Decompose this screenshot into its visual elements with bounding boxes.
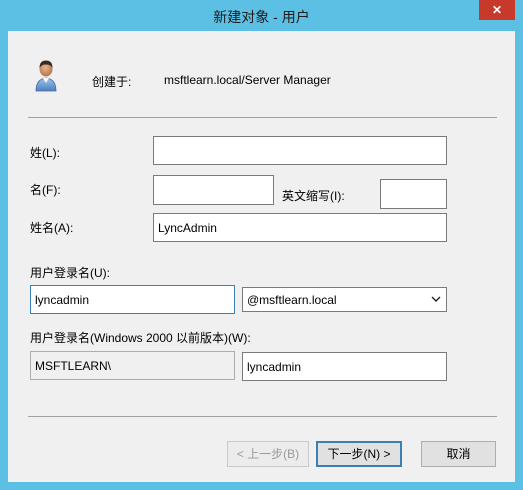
logon-name-field[interactable]	[30, 285, 235, 314]
initials-field[interactable]	[380, 179, 447, 209]
close-icon: ✕	[491, 3, 503, 17]
window-title: 新建对象 - 用户	[213, 9, 310, 25]
header-divider	[28, 117, 497, 118]
pre2000-logon-field[interactable]	[242, 352, 447, 381]
full-name-field[interactable]	[153, 213, 447, 242]
back-button[interactable]: < 上一步(B)	[227, 441, 309, 467]
title-bar: 新建对象 - 用户 ✕	[0, 0, 523, 31]
user-icon	[35, 60, 57, 92]
upn-suffix-selected: @msftlearn.local	[247, 292, 337, 307]
next-button[interactable]: 下一步(N) >	[316, 441, 402, 467]
dialog-body: 创建于: msftlearn.local/Server Manager 姓(L)…	[8, 31, 515, 482]
initials-label: 英文缩写(I):	[282, 189, 345, 203]
first-name-field[interactable]	[153, 175, 274, 205]
upn-suffix-dropdown[interactable]: @msftlearn.local	[242, 287, 447, 312]
pre2000-domain-field	[30, 351, 235, 380]
chevron-down-icon	[431, 296, 441, 302]
last-name-field[interactable]	[153, 136, 447, 165]
pre2000-logon-label: 用户登录名(Windows 2000 以前版本)(W):	[30, 331, 251, 345]
logon-name-label: 用户登录名(U):	[30, 266, 110, 280]
created-in-value: msftlearn.local/Server Manager	[164, 73, 331, 87]
footer-divider	[28, 416, 497, 417]
close-button[interactable]: ✕	[479, 0, 515, 20]
full-name-label: 姓名(A):	[30, 221, 74, 235]
cancel-button[interactable]: 取消	[421, 441, 496, 467]
first-name-label: 名(F):	[30, 183, 61, 197]
created-in-label: 创建于:	[92, 75, 132, 89]
last-name-label: 姓(L):	[30, 146, 61, 160]
